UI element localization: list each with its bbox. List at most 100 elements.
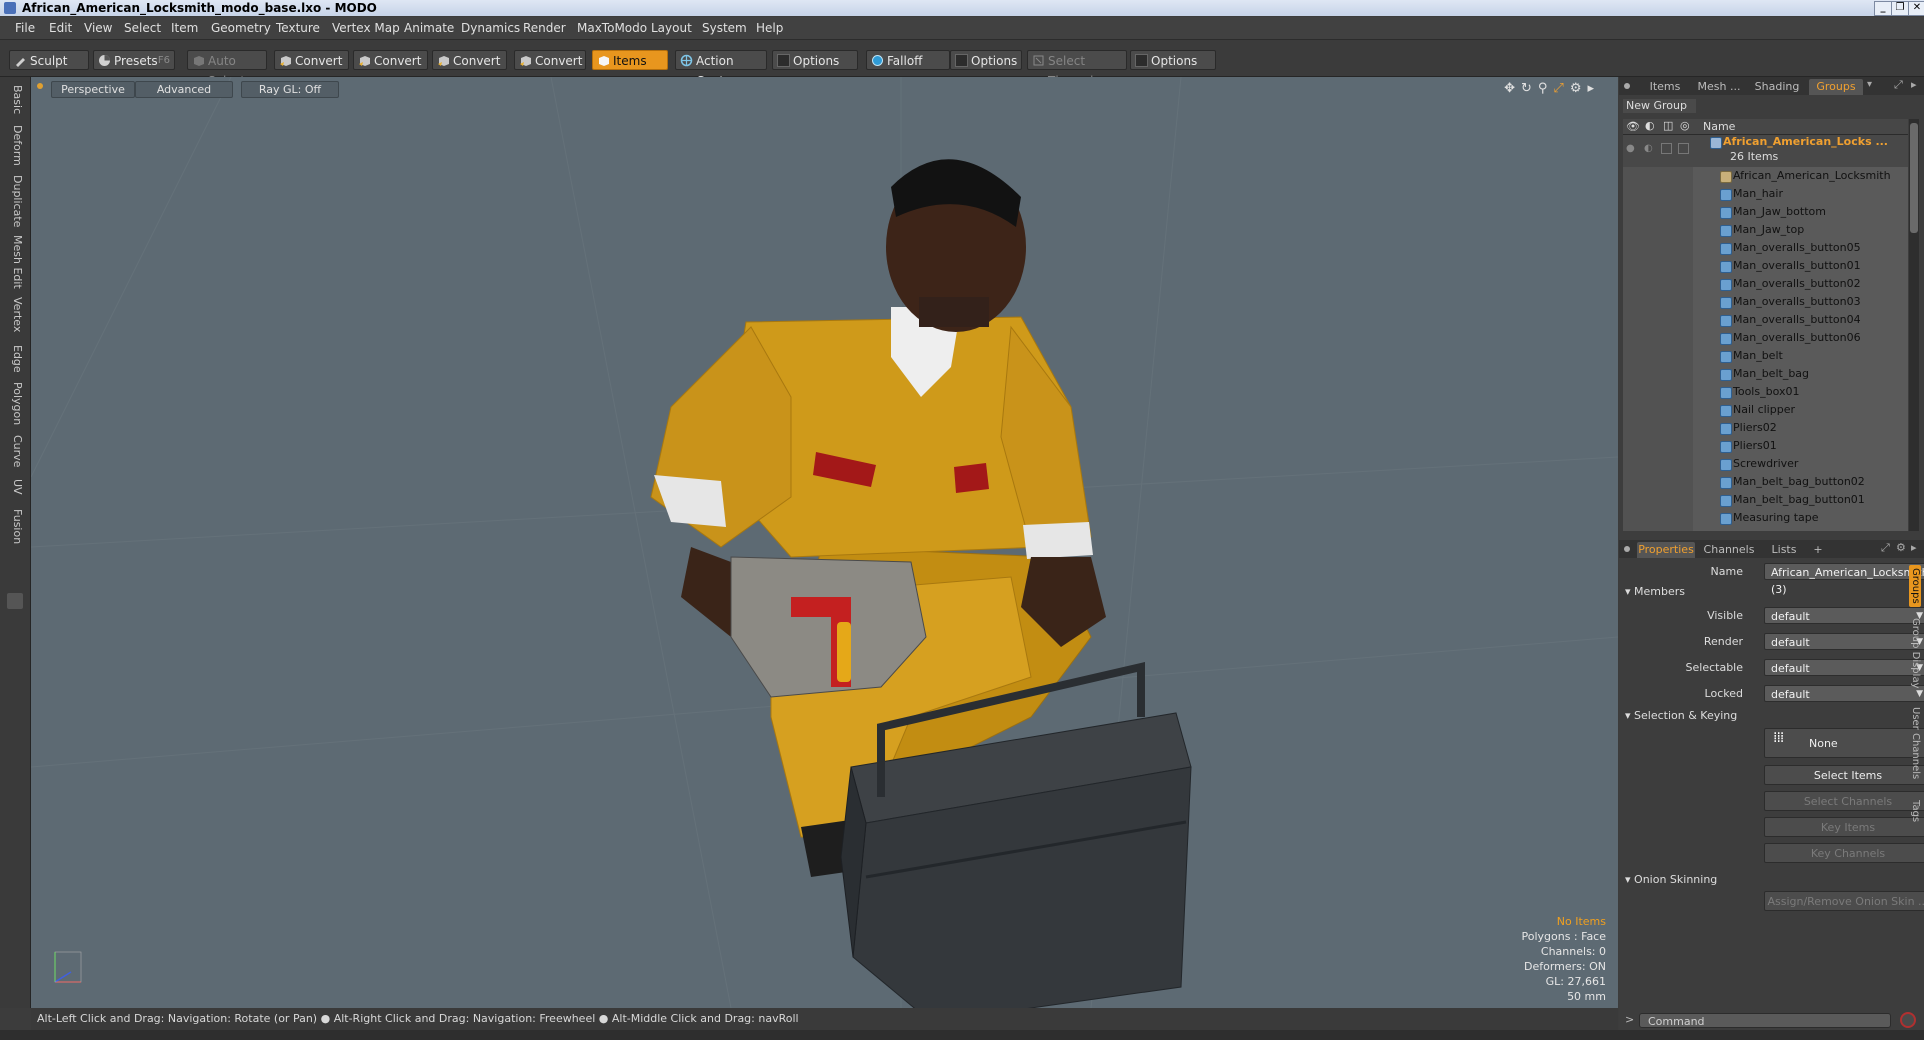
menu-vertex-map[interactable]: Vertex Map <box>332 21 400 35</box>
lock-column-icon[interactable]: ◫ <box>1663 119 1673 132</box>
render-column-icon[interactable]: ◐ <box>1645 119 1655 132</box>
list-item[interactable]: Pliers02 <box>1623 419 1908 437</box>
panel-more-icon[interactable]: ▸ <box>1911 78 1917 91</box>
side-tab-group-display[interactable]: Group Display <box>1909 613 1921 693</box>
menu-item[interactable]: Item <box>171 21 198 35</box>
action-center-button[interactable]: Action Center <box>675 50 767 88</box>
locked-dropdown[interactable]: default ▼ <box>1764 685 1924 702</box>
rotate-view-icon[interactable]: ↻ <box>1521 81 1538 96</box>
menu-system[interactable]: System <box>702 21 747 35</box>
menu-file[interactable]: File <box>15 21 35 35</box>
add-tab-button[interactable]: + <box>1809 542 1827 558</box>
side-tab-user-channels[interactable]: User Channels <box>1909 698 1921 788</box>
minimize-button[interactable]: _ <box>1874 1 1892 16</box>
shading-mode-button[interactable]: Advanced <box>135 81 233 98</box>
falloff-options-button[interactable]: Options <box>950 50 1022 70</box>
move-view-icon[interactable]: ✥ <box>1504 81 1521 96</box>
list-item[interactable]: Man_overalls_button02 <box>1623 275 1908 293</box>
menu-dynamics[interactable]: Dynamics <box>461 21 520 35</box>
list-item[interactable]: Man_belt <box>1623 347 1908 365</box>
tab-properties[interactable]: Properties <box>1637 542 1695 558</box>
tab-duplicate[interactable]: Duplicate <box>6 175 24 227</box>
auto-select-button[interactable]: Auto Select <box>187 50 267 88</box>
list-item[interactable]: Pliers01 <box>1623 437 1908 455</box>
selection-keying-section-header[interactable]: ▾ Selection & Keying <box>1625 709 1737 722</box>
list-item[interactable]: Man_overalls_button06 <box>1623 329 1908 347</box>
visibility-column-icon[interactable]: 👁 <box>1626 120 1640 133</box>
group-row-selected[interactable]: ● ◐ African_American_Locks ... 26 Items <box>1623 135 1908 167</box>
menu-maxtomodo[interactable]: MaxToModo <box>577 21 647 35</box>
tab-basic[interactable]: Basic <box>6 85 24 114</box>
viewport-settings-icon[interactable]: ⚙ <box>1570 81 1588 96</box>
eye-icon[interactable]: ● <box>1626 143 1635 154</box>
3d-viewport[interactable]: Perspective Advanced Ray GL: Off ✥↻⚲⤢⚙▸ … <box>31 77 1618 1008</box>
menu-texture[interactable]: Texture <box>276 21 320 35</box>
select-toggle-icon[interactable] <box>1678 143 1689 154</box>
view-mode-button[interactable]: Perspective <box>51 81 135 98</box>
list-item[interactable]: Tools_box01 <box>1623 383 1908 401</box>
presets-button[interactable]: Presets F6 <box>93 50 175 70</box>
panel-settings-icon[interactable]: ⚙ <box>1896 541 1906 554</box>
raygl-button[interactable]: Ray GL: Off <box>241 81 339 98</box>
menu-geometry[interactable]: Geometry <box>211 21 271 35</box>
tab-fusion[interactable]: Fusion <box>6 509 24 544</box>
tab-curve[interactable]: Curve <box>6 435 24 467</box>
render-dropdown[interactable]: default ▼ <box>1764 633 1924 650</box>
convert-edge-button[interactable]: Convert <box>353 50 428 70</box>
panel-expand-icon[interactable]: ⤢ <box>1894 78 1903 92</box>
panel-toggle-button[interactable] <box>7 593 23 609</box>
list-item[interactable]: African_American_Locksmith <box>1623 167 1908 185</box>
selectable-dropdown[interactable]: default ▼ <box>1764 659 1924 676</box>
menu-render[interactable]: Render <box>523 21 566 35</box>
list-item[interactable]: Measuring tape <box>1623 509 1908 527</box>
list-item[interactable]: Man_overalls_button05 <box>1623 239 1908 257</box>
menu-layout[interactable]: Layout <box>651 21 692 35</box>
group-name-field[interactable]: African_American_Locksmith (3) <box>1764 563 1924 596</box>
lock-toggle-icon[interactable] <box>1661 143 1672 154</box>
tab-shading[interactable]: Shading <box>1749 79 1805 95</box>
maximize-button[interactable]: ❐ <box>1891 1 1909 16</box>
menu-edit[interactable]: Edit <box>49 21 72 35</box>
falloff-button[interactable]: Falloff <box>866 50 950 70</box>
scrollbar-thumb[interactable] <box>1910 123 1918 233</box>
list-item[interactable]: Man_overalls_button04 <box>1623 311 1908 329</box>
menu-select[interactable]: Select <box>124 21 161 35</box>
menu-help[interactable]: Help <box>756 21 783 35</box>
assign-onion-skin-button[interactable]: Assign/Remove Onion Skin ... <box>1764 891 1924 911</box>
zoom-view-icon[interactable]: ⚲ <box>1538 81 1554 96</box>
new-group-button[interactable]: New Group <box>1623 99 1696 113</box>
tab-uv[interactable]: UV <box>6 479 24 495</box>
panel-expand-icon[interactable]: ⤢ <box>1881 541 1890 555</box>
visible-dropdown[interactable]: default ▼ <box>1764 607 1924 624</box>
none-button[interactable]: ⁞⁞⁞ None <box>1764 728 1924 758</box>
tab-deform[interactable]: Deform <box>6 125 24 166</box>
list-item[interactable]: Nail clipper <box>1623 401 1908 419</box>
close-button[interactable]: ✕ <box>1908 1 1924 16</box>
panel-more-icon[interactable]: ▸ <box>1911 541 1917 554</box>
sculpt-button[interactable]: Sculpt <box>9 50 89 70</box>
select-channels-button[interactable]: Select Channels <box>1764 791 1924 811</box>
side-tab-groups[interactable]: Groups <box>1909 565 1921 607</box>
onion-skinning-section-header[interactable]: ▾ Onion Skinning <box>1625 873 1717 886</box>
select-through-options-button[interactable]: Options <box>1130 50 1216 70</box>
tab-groups[interactable]: Groups <box>1809 79 1863 95</box>
items-mode-button[interactable]: Items <box>592 50 668 70</box>
key-items-button[interactable]: Key Items <box>1764 817 1924 837</box>
list-item[interactable]: Man_Jaw_top <box>1623 221 1908 239</box>
list-item[interactable]: Man_Jaw_bottom <box>1623 203 1908 221</box>
command-input[interactable]: Command <box>1639 1013 1891 1028</box>
menu-view[interactable]: View <box>84 21 112 35</box>
tab-vertex[interactable]: Vertex <box>6 297 24 332</box>
render-toggle-icon[interactable]: ◐ <box>1644 143 1653 154</box>
tab-channels[interactable]: Channels <box>1699 542 1759 558</box>
groups-scrollbar[interactable] <box>1909 119 1919 531</box>
key-channels-button[interactable]: Key Channels <box>1764 843 1924 863</box>
list-item[interactable]: Man_hair <box>1623 185 1908 203</box>
list-item[interactable]: Man_belt_bag_button01 <box>1623 491 1908 509</box>
tab-polygon[interactable]: Polygon <box>6 382 24 425</box>
tab-mesh-edit[interactable]: Mesh Edit <box>6 235 24 289</box>
record-macro-icon[interactable] <box>1900 1012 1916 1028</box>
viewport-menu-icon[interactable] <box>37 83 43 89</box>
list-item[interactable]: Screwdriver <box>1623 455 1908 473</box>
list-item[interactable]: Man_belt_bag_button02 <box>1623 473 1908 491</box>
